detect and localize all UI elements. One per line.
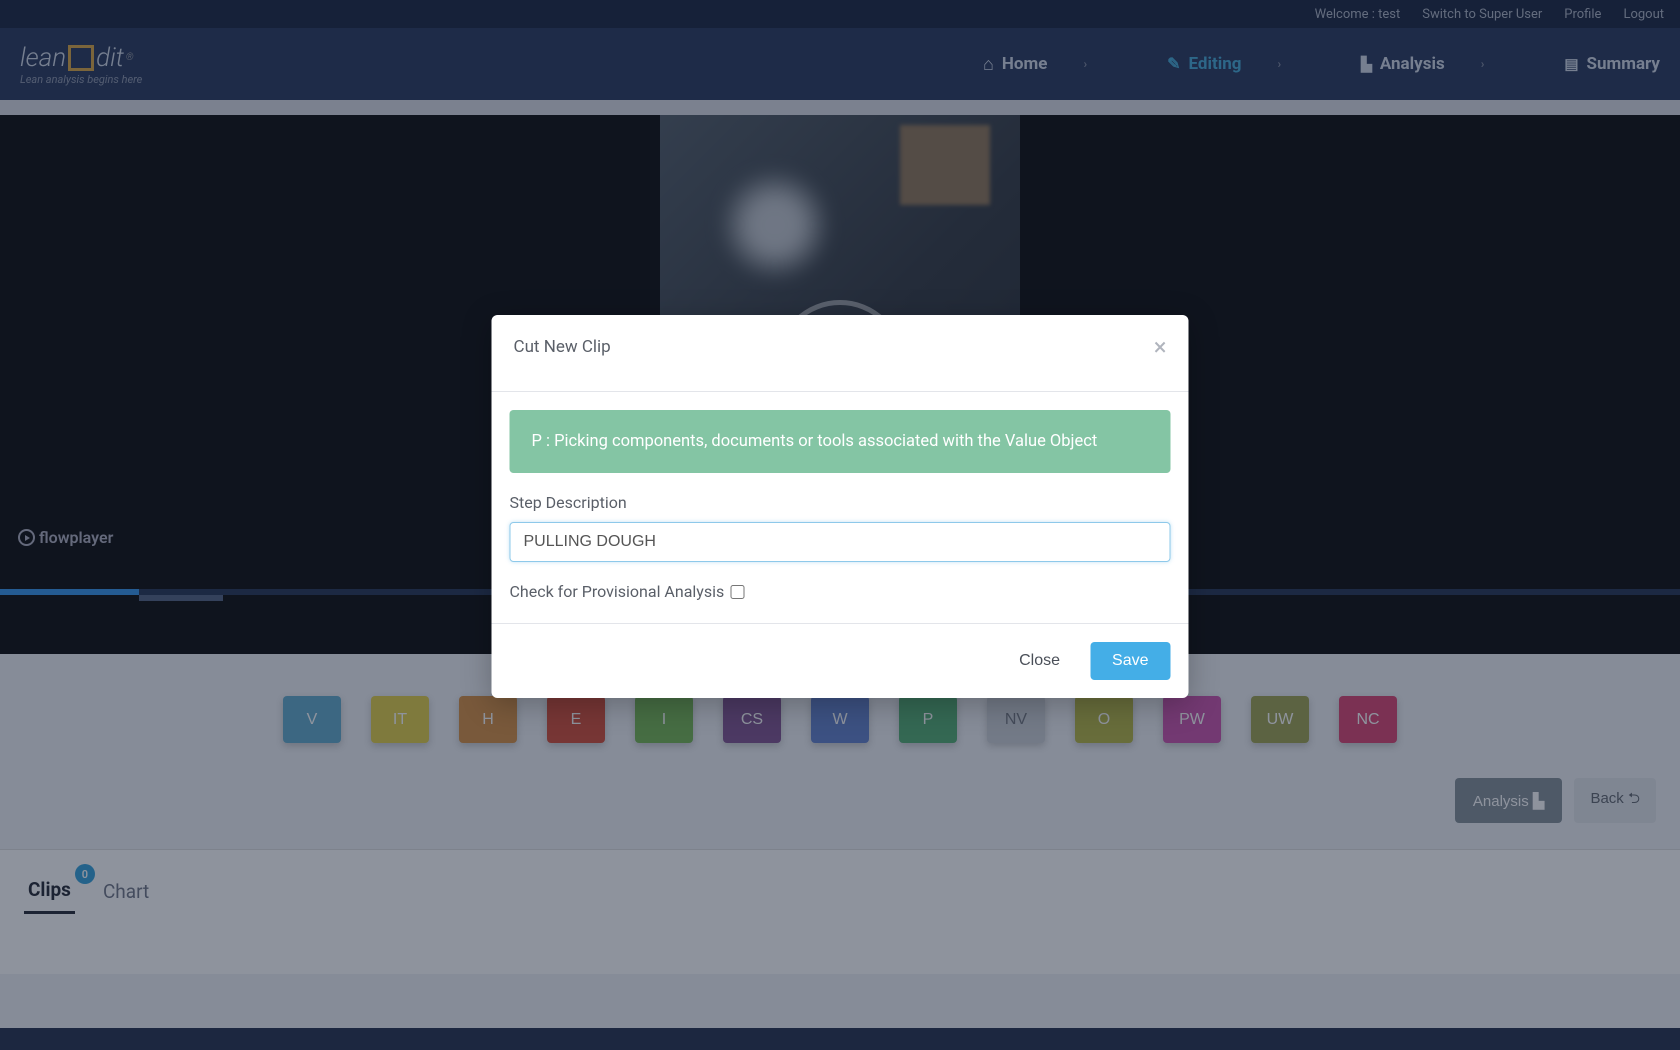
- cut-clip-modal: Cut New Clip × P : Picking components, d…: [492, 315, 1189, 698]
- provisional-label: Check for Provisional Analysis: [510, 582, 725, 601]
- save-button[interactable]: Save: [1090, 642, 1170, 680]
- modal-header: Cut New Clip ×: [492, 315, 1189, 392]
- step-description-input[interactable]: [510, 522, 1171, 562]
- modal-title: Cut New Clip: [514, 337, 611, 357]
- close-button[interactable]: Close: [1003, 642, 1076, 680]
- provisional-checkbox[interactable]: [730, 585, 744, 599]
- close-icon[interactable]: ×: [1154, 335, 1167, 359]
- modal-body: P : Picking components, documents or too…: [492, 392, 1189, 623]
- modal-footer: Close Save: [492, 623, 1189, 698]
- category-alert: P : Picking components, documents or too…: [510, 410, 1171, 473]
- step-description-label: Step Description: [510, 493, 1171, 512]
